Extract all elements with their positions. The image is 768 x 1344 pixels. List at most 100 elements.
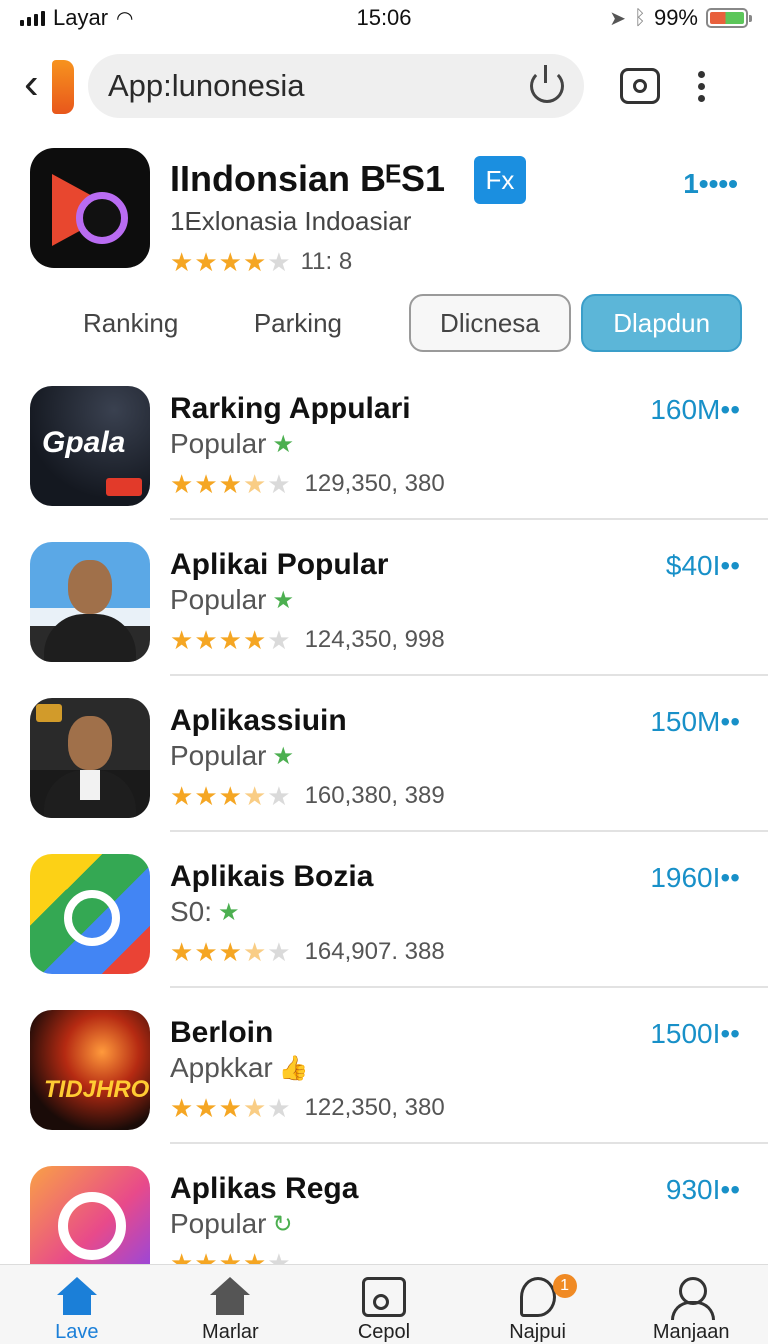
status-bar: Layar ◠ 15:06 ➤ ᛒ 99% [0,0,768,36]
rating-text: 11: 8 [300,248,353,275]
signal-icon [20,10,45,26]
nav-label: Manjaan [652,1321,730,1343]
tab-ranking[interactable]: Ranking [60,294,201,352]
star-rating: ★ ★ ★ ★ ★ [170,471,291,497]
star-icon: ★ [218,625,242,655]
more-icon[interactable] [698,70,705,102]
app-name: Aplikais Bozia [170,860,374,893]
list-item[interactable]: Aplikassiuin Popular ★ ★ ★ ★ ★ ★ 160,380, 38… [0,696,768,852]
star-icon: ★ [194,469,218,499]
list-item[interactable]: Gpala Rarking Appulari Popular ★ ★ ★ ★ ★ ★ 1… [0,384,768,540]
app-price[interactable]: 150M•• [650,706,740,738]
star-icon: ★ [242,1093,267,1123]
app-price[interactable]: $40I•• [666,550,740,582]
list-item[interactable]: Aplikai Popular Popular ★ ★ ★ ★ ★ ★ 124,350,… [0,540,768,696]
nav-item-calls[interactable]: 1 Najpui [461,1265,615,1344]
bluetooth-icon: ᛒ [633,6,646,29]
folder-icon [361,1277,406,1317]
battery-label: 99% [653,5,698,30]
nav-item-home[interactable]: Lave [0,1265,154,1344]
app-store-logo [52,60,74,114]
star-icon: ★ [170,247,194,277]
camera-icon[interactable] [620,68,660,104]
play-app-icon [30,854,150,974]
top-bar: ‹ App:lunonesia [0,50,768,122]
star-icon: ★ [267,781,291,811]
star-icon: ★ [170,469,194,499]
nav-label: Cepol [357,1321,411,1343]
app-price[interactable]: 1960I•• [650,862,740,894]
app-category: Popular [170,584,267,615]
app-more-link[interactable]: 1•••• [683,168,738,200]
app-price[interactable]: 930I•• [666,1174,740,1206]
star-icon: ★ [218,469,242,499]
star-icon: ★ [218,781,242,811]
app-header: IIndonsian BᴱS1 Fx 1Exlonasia Indoasiar … [30,148,742,278]
star-icon: ★ [218,937,242,967]
list-item[interactable]: Aplikais Bozia S0: ★ ★ ★ ★ ★ ★ 164,907. 388 … [0,852,768,1008]
store-icon [208,1277,252,1317]
divider [170,674,768,676]
icon-label: TIDJHRO [44,1076,150,1103]
app-name: Rarking Appulari [170,392,411,425]
search-input[interactable]: App:lunonesia [108,68,305,104]
tab-dlapdun[interactable]: Dlapdun [581,294,742,352]
movie-app-icon: TIDJHRO [30,1010,150,1130]
star-icon: ★ [242,937,267,967]
app-category: Popular [170,428,267,459]
app-name: Aplikassiuin [170,704,347,737]
app-category: Popular [170,740,267,771]
phone-icon: 1 [519,1274,577,1317]
tab-dlicnesa[interactable]: Dlicnesa [408,294,572,352]
star-rating: ★ ★ ★ ★ ★ [170,783,291,809]
divider [170,830,768,832]
nav-label: Najpui [509,1321,566,1343]
divider [170,986,768,988]
rating-count: 129,350, 380 [304,470,445,497]
notification-badge: 1 [552,1274,577,1298]
star-icon: ★ [267,469,291,499]
app-name: Aplikas Rega [170,1172,359,1205]
location-icon: ➤ [609,7,626,30]
star-icon: ★ [194,247,218,277]
star-badge-icon: ★ [272,430,295,458]
star-icon: ★ [242,469,267,499]
app-name: Berloin [170,1016,274,1049]
star-icon: ★ [170,781,194,811]
divider [170,518,768,520]
user-icon [669,1277,716,1320]
battery-icon [706,8,752,28]
wifi-icon: ◠ [116,7,134,30]
star-icon: ★ [194,781,218,811]
app-list: Gpala Rarking Appulari Popular ★ ★ ★ ★ ★ ★ 1… [0,384,768,1320]
power-icon[interactable] [530,65,564,103]
nav-label: Lave [55,1321,99,1343]
tab-parking[interactable]: Parking [227,294,368,352]
app-icon[interactable] [30,148,150,268]
app-price[interactable]: 160M•• [650,394,740,426]
nav-item-store[interactable]: Marlar [154,1265,308,1344]
star-icon: ★ [218,1093,242,1123]
back-button[interactable]: ‹ [24,54,80,118]
nav-label: Marlar [202,1321,259,1343]
nav-item-account[interactable]: Manjaan [614,1265,768,1344]
star-icon: ★ [170,937,194,967]
thumbs-up-icon: 👍 [278,1054,309,1082]
star-icon: ★ [267,1093,291,1123]
app-category: S0: [170,896,213,927]
home-icon [55,1277,99,1317]
star-icon: ★ [267,625,291,655]
app-name: Aplikai Popular [170,548,389,581]
app-category: Appkkar [170,1052,273,1083]
divider [170,1142,768,1144]
star-icon: ★ [170,1093,194,1123]
search-bar[interactable]: App:lunonesia [88,54,584,118]
list-item[interactable]: TIDJHRO Berloin Appkkar 👍 ★ ★ ★ ★ ★ 122,350,… [0,1008,768,1164]
rating-count: 124,350, 998 [304,626,445,653]
star-badge-icon: ★ [272,586,295,614]
rating-count: 122,350, 380 [304,1094,445,1121]
nav-item-folder[interactable]: Cepol [307,1265,461,1344]
icon-label: Gpala [42,426,126,459]
app-price[interactable]: 1500I•• [650,1018,740,1050]
star-icon: ★ [194,625,218,655]
